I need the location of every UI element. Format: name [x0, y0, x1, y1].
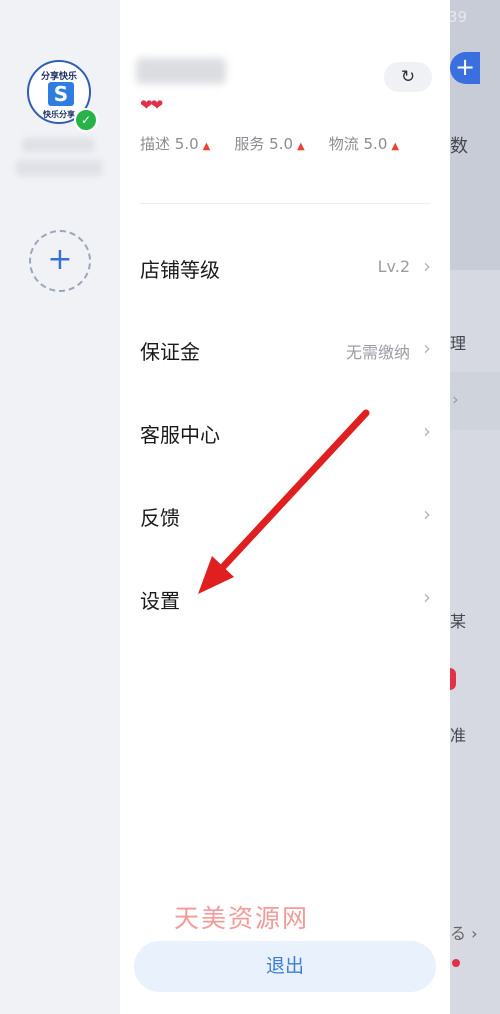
background-text: る › — [450, 924, 478, 943]
watermark: 天美资源网 — [174, 904, 310, 933]
logout-button[interactable]: 退出 — [134, 941, 436, 992]
avatar-logo: S — [48, 82, 74, 106]
heart-rating-icon: ❤❤ — [140, 96, 163, 114]
add-store-button[interactable]: + — [29, 230, 91, 292]
background-text: 理 — [450, 334, 467, 353]
menu-label: 保证金 — [140, 340, 200, 364]
verified-check-icon: ✓ — [74, 108, 98, 132]
up-arrow-icon: ▲ — [297, 141, 305, 152]
shop-name-blurred — [136, 58, 226, 84]
store-name-blurred — [22, 138, 94, 152]
rating-description: 描述 5.0 ▲ — [140, 135, 211, 153]
menu-label: 店铺等级 — [140, 258, 220, 282]
menu-value: 无需缴纳 — [345, 343, 410, 362]
rating-logistics: 物流 5.0 ▲ — [328, 135, 400, 153]
menu-item-shop-level[interactable]: 店铺等级 Lv.2 › — [120, 234, 450, 304]
background-text: 数 — [450, 136, 468, 157]
menu-item-settings[interactable]: 设置 › — [120, 565, 450, 635]
chevron-right-icon: › — [423, 254, 431, 278]
menu-item-deposit[interactable]: 保证金 无需缴纳 › — [120, 316, 450, 386]
divider — [140, 203, 430, 204]
background-text: 某 — [450, 612, 467, 631]
menu-label: 反馈 — [140, 506, 180, 530]
menu-label: 客服中心 — [140, 423, 220, 447]
switch-shop-button[interactable]: ↻ — [384, 62, 432, 92]
shop-drawer: ↻ ❤❤ 描述 5.0 ▲ 服务 5.0 ▲ 物流 5.0 ▲ 店铺等级 Lv.2 ›… — [120, 0, 450, 1014]
background-red-dot — [452, 959, 460, 967]
status-time: 39 — [448, 8, 468, 26]
store-switcher-rail: 分享快乐 S 快乐分享 ✓ + — [0, 0, 120, 1014]
background-add-icon: + — [450, 52, 480, 84]
up-arrow-icon: ▲ — [391, 141, 400, 152]
avatar-top-text: 分享快乐 — [40, 72, 77, 82]
chevron-right-icon: › — [423, 585, 431, 609]
menu-item-service-center[interactable]: 客服中心 › — [120, 399, 450, 469]
background-badge — [450, 668, 456, 690]
menu-item-feedback[interactable]: 反馈 › — [120, 482, 450, 552]
menu-value: Lv.2 — [377, 257, 410, 276]
chevron-right-icon: › — [423, 419, 431, 443]
store-id-blurred — [16, 160, 102, 176]
chevron-right-icon: › — [423, 502, 431, 526]
chevron-right-icon: › — [423, 336, 431, 360]
background-page-peek: + 数 理 › 某 准 る › — [450, 0, 500, 1014]
background-chevron-icon: › — [452, 390, 459, 410]
up-arrow-icon: ▲ — [202, 141, 211, 152]
shop-ratings: 描述 5.0 ▲ 服务 5.0 ▲ 物流 5.0 ▲ — [140, 133, 440, 154]
rating-service: 服务 5.0 ▲ — [234, 135, 305, 153]
background-text: 准 — [450, 726, 467, 745]
menu-label: 设置 — [140, 589, 180, 613]
